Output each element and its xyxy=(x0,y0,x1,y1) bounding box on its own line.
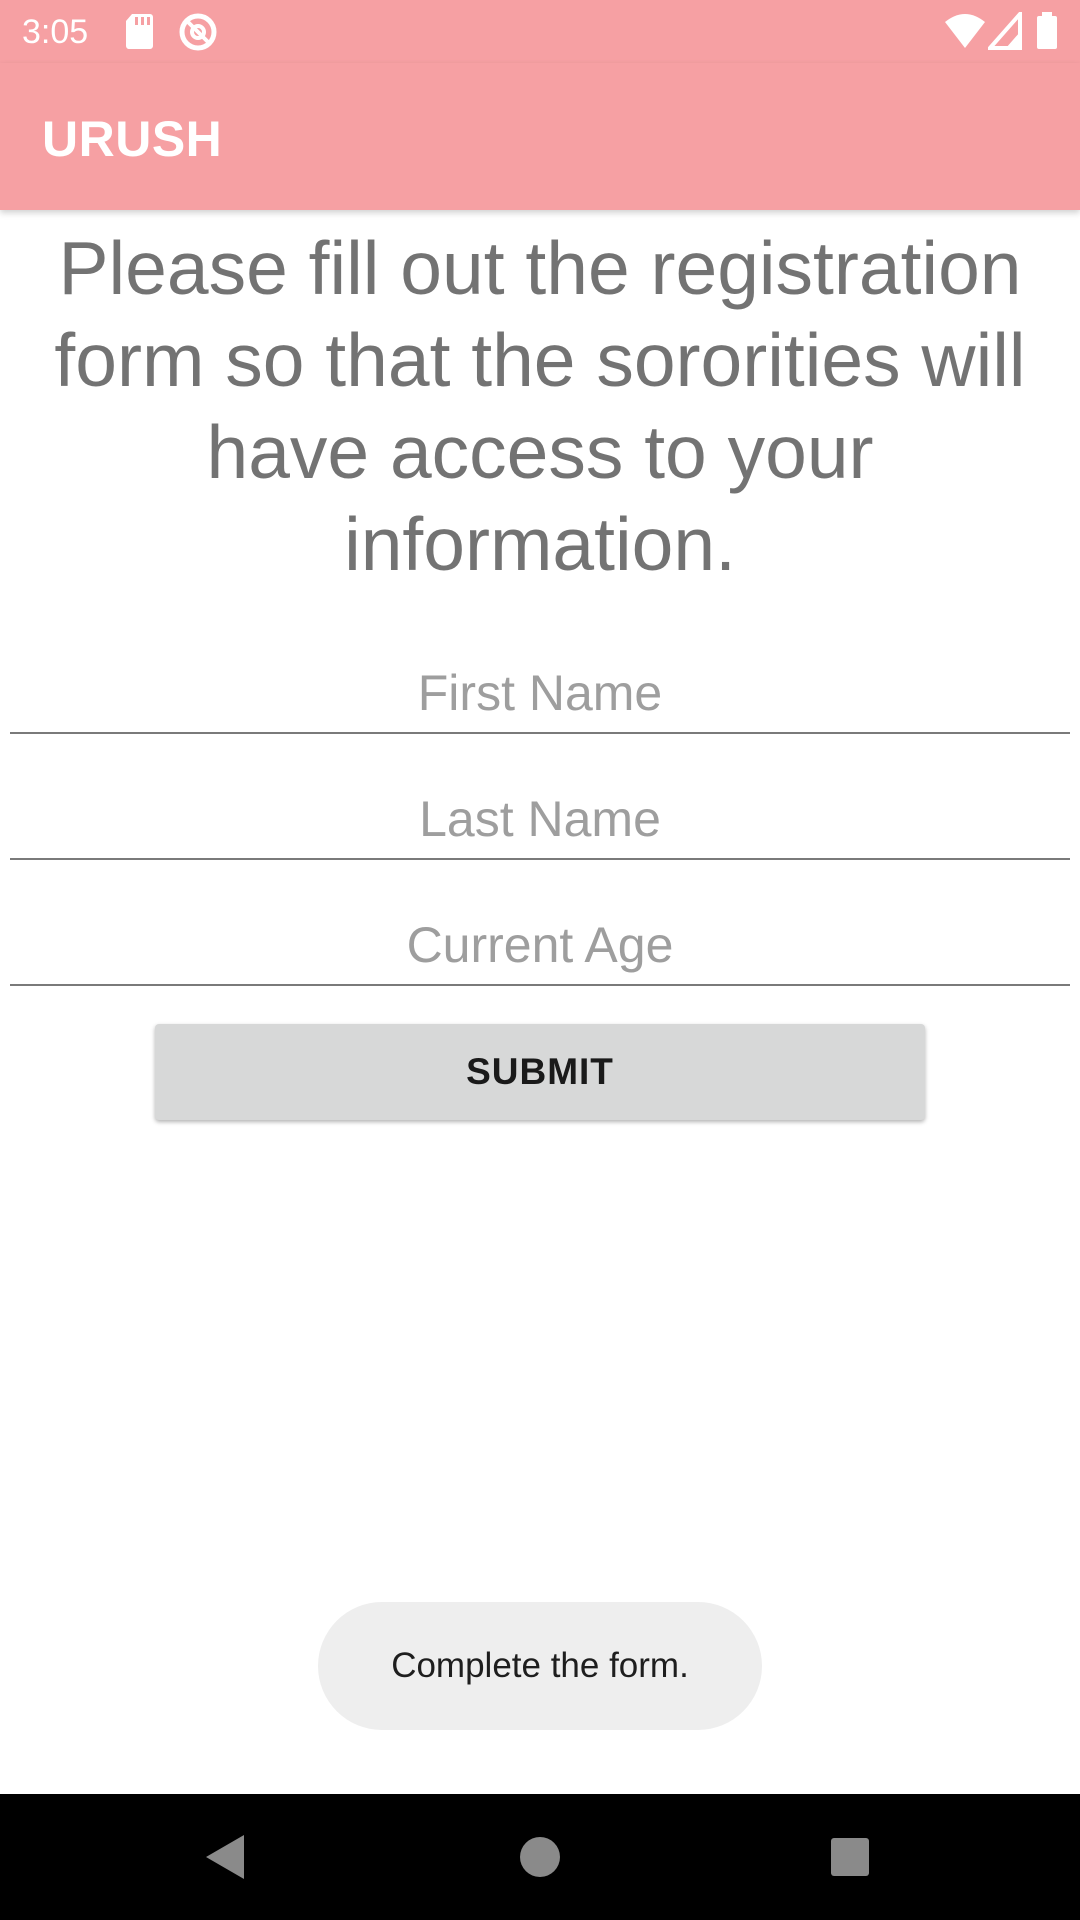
sync-blocked-icon xyxy=(178,12,218,56)
navigation-bar xyxy=(0,1794,1080,1920)
registration-instructions: Please fill out the registration form so… xyxy=(54,226,1026,586)
battery-icon xyxy=(1036,12,1058,54)
recents-icon[interactable] xyxy=(820,1827,880,1887)
home-icon[interactable] xyxy=(510,1827,570,1887)
first-name-field[interactable] xyxy=(10,654,1070,734)
last-name-field[interactable] xyxy=(10,780,1070,860)
status-bar: 3:05 xyxy=(0,0,1080,63)
wifi-icon xyxy=(944,12,986,54)
toast-message: Complete the form. xyxy=(318,1602,762,1730)
toast-text: Complete the form. xyxy=(391,1646,689,1685)
status-time: 3:05 xyxy=(22,13,89,51)
sd-card-icon xyxy=(124,12,154,54)
submit-button[interactable]: SUBMIT xyxy=(155,1024,925,1120)
current-age-field[interactable] xyxy=(10,906,1070,986)
cellular-signal-icon xyxy=(985,8,1022,54)
app-bar: URUSH xyxy=(0,63,1080,210)
back-icon[interactable] xyxy=(198,1827,258,1887)
app-title: URUSH xyxy=(42,111,223,167)
